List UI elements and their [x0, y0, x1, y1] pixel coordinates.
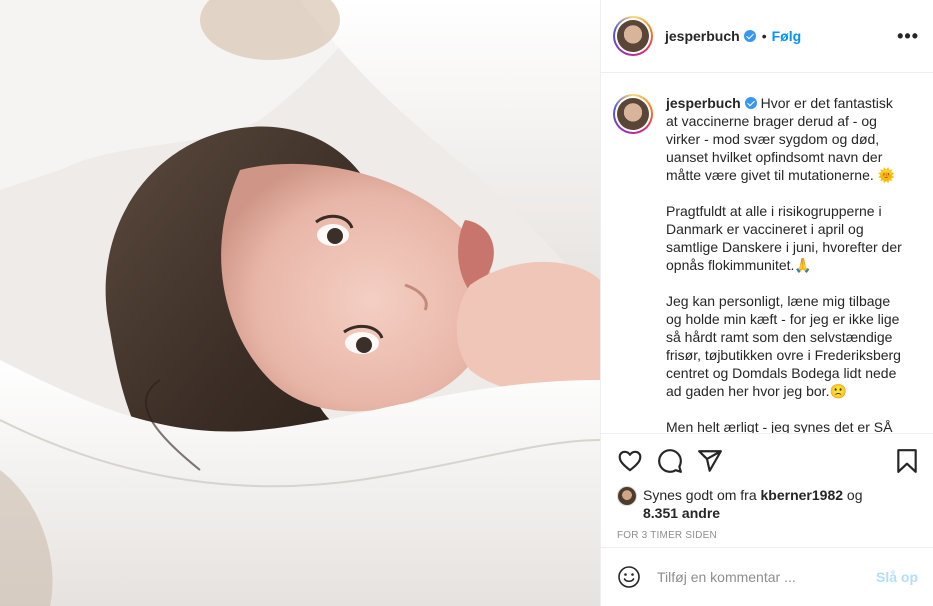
post-comment-button[interactable]: Slå op — [876, 569, 918, 585]
instagram-post-modal: jesperbuch • Følg ••• jesperbuch Hvor er… — [0, 0, 933, 606]
share-icon[interactable] — [697, 448, 723, 474]
likes-conjunction: og — [846, 487, 863, 503]
caption-username[interactable]: jesperbuch — [666, 95, 741, 111]
post-actions: Synes godt om fra kberner1982 og 8.351 a… — [601, 433, 933, 541]
author-username[interactable]: jesperbuch — [665, 28, 740, 44]
liker-avatar[interactable] — [617, 486, 637, 506]
follow-button[interactable]: Følg — [772, 28, 802, 44]
separator-dot: • — [761, 28, 767, 44]
caption-paragraph-3: Jeg kan personligt, læne mig tilbage og … — [666, 293, 905, 399]
caption-paragraph-4: Men helt ærligt - jeg synes det er SÅ — [666, 419, 893, 433]
likes-summary: Synes godt om fra kberner1982 og 8.351 a… — [617, 486, 920, 522]
verified-badge-icon — [743, 30, 756, 42]
author-avatar[interactable] — [613, 16, 653, 56]
child-in-bed-image — [0, 0, 600, 606]
likes-others-count[interactable]: 8.351 andre — [643, 505, 720, 521]
likes-text: Synes godt om fra kberner1982 og 8.351 a… — [643, 486, 863, 522]
comment-input[interactable] — [657, 569, 876, 585]
likes-prefix: Synes godt om fra — [643, 487, 757, 503]
caption-row: jesperbuch Hvor er det fantastisk at vac… — [613, 94, 918, 433]
liker-username[interactable]: kberner1982 — [761, 487, 844, 503]
action-icons-row — [617, 446, 920, 476]
more-options-icon[interactable]: ••• — [897, 26, 919, 47]
post-side-panel: jesperbuch • Følg ••• jesperbuch Hvor er… — [600, 0, 933, 606]
emoji-icon[interactable] — [617, 565, 641, 589]
caption-scroll-area[interactable]: jesperbuch Hvor er det fantastisk at vac… — [601, 74, 933, 433]
comment-icon[interactable] — [657, 448, 683, 474]
comment-bar: Slå op — [601, 547, 933, 606]
post-header: jesperbuch • Følg ••• — [601, 0, 933, 73]
caption-paragraph-2: Pragtfuldt at alle i risikogrupperne i D… — [666, 203, 906, 273]
verified-badge-icon — [744, 97, 757, 109]
bookmark-icon[interactable] — [894, 448, 920, 474]
caption-author-avatar[interactable] — [613, 94, 653, 134]
caption-text: jesperbuch Hvor er det fantastisk at vac… — [666, 94, 902, 433]
heart-icon[interactable] — [617, 448, 643, 474]
post-photo[interactable] — [0, 0, 600, 606]
post-timestamp[interactable]: FOR 3 TIMER SIDEN — [617, 530, 920, 541]
